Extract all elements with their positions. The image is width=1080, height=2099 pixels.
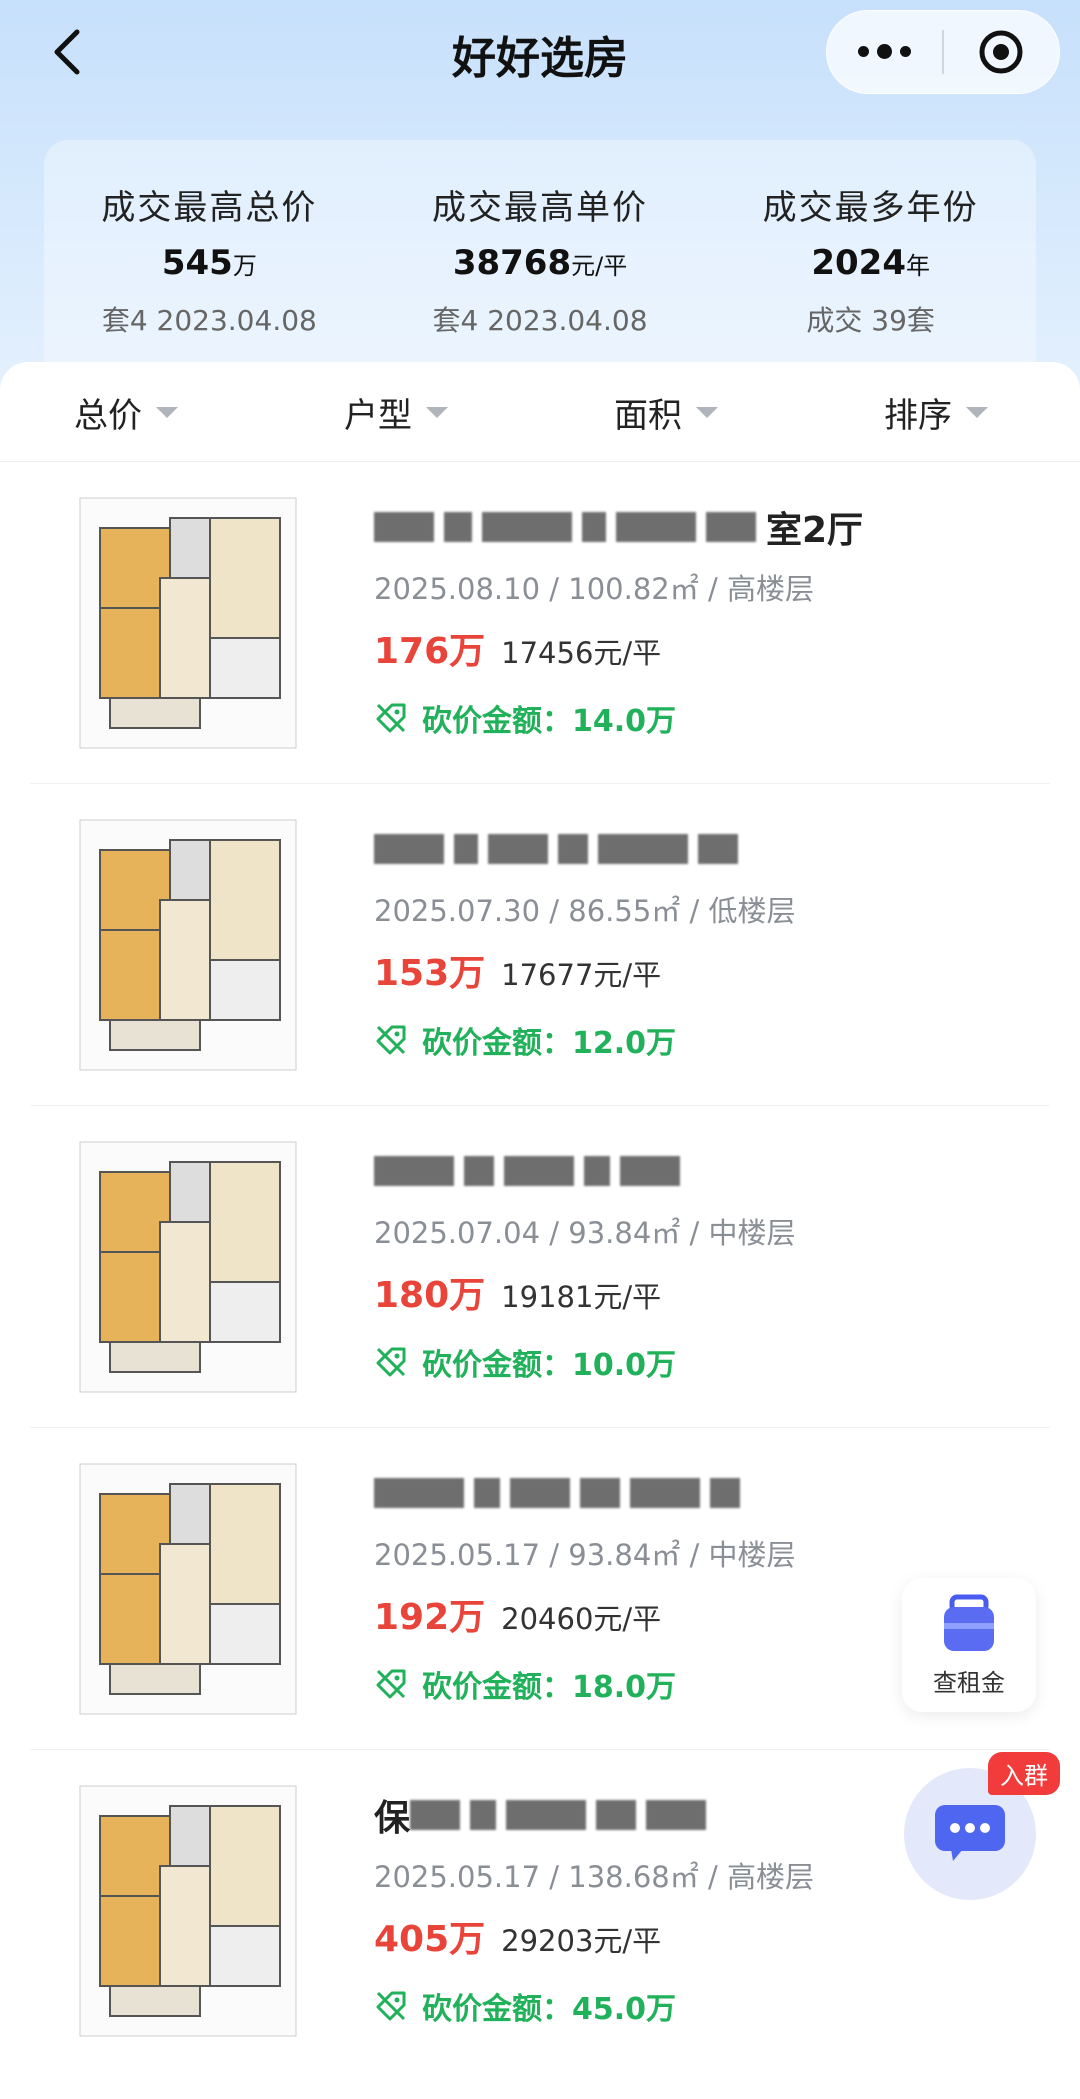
briefcase-icon: [944, 1594, 994, 1651]
listing-unit-price: 20460元/平: [501, 1602, 662, 1636]
tag-icon: [376, 1025, 406, 1055]
nav-bar: 好好选房: [0, 0, 1080, 104]
listing-meta: 2025.07.04 / 93.84㎡ / 中楼层: [374, 1216, 796, 1250]
stat-highest-unit: 成交最高单价 38768元/平 套4 2023.04.08: [432, 188, 648, 337]
listing-meta: 2025.05.17 / 93.84㎡ / 中楼层: [374, 1538, 796, 1572]
stat-most-year: 成交最多年份 2024年 成交 39套: [762, 188, 979, 337]
caret-down-icon: [696, 406, 718, 418]
listing-item[interactable]: 室2厅 2025.08.10 / 100.82㎡ / 高楼层 176万 1745…: [30, 462, 1050, 784]
stats-card: 成交最高总价 545万 套4 2023.04.08 成交最高单价 38768元/…: [44, 140, 1036, 380]
listing-title: 室2厅: [374, 502, 1044, 552]
filter-total-price[interactable]: 总价: [74, 390, 178, 436]
listing-price: 180万: [374, 1275, 486, 1316]
bargain-amount: 砍价金额： 10.0万: [374, 1340, 1044, 1384]
close-mini-program-button[interactable]: [944, 10, 1059, 94]
filter-area[interactable]: 面积: [614, 390, 718, 436]
floor-plan-image: [79, 1785, 297, 2037]
filter-layout[interactable]: 户型: [344, 390, 448, 436]
listing-title: [374, 1146, 1044, 1196]
listing-meta: 2025.08.10 / 100.82㎡ / 高楼层: [374, 572, 814, 606]
listing-price: 153万: [374, 953, 486, 994]
listing-unit-price: 17456元/平: [501, 636, 662, 670]
tag-icon: [376, 1347, 406, 1377]
listing-price: 176万: [374, 631, 486, 672]
stat-highest-total: 成交最高总价 545万 套4 2023.04.08: [101, 188, 318, 337]
join-group-badge: 入群: [988, 1752, 1060, 1795]
bargain-amount: 砍价金额： 14.0万: [374, 696, 1044, 740]
more-button[interactable]: [827, 10, 942, 94]
listing-unit-price: 29203元/平: [501, 1924, 662, 1958]
listing-title: [374, 824, 1044, 874]
listing-item[interactable]: 保 2025.05.17 / 138.68㎡ / 高楼层 405万 29203元…: [30, 1750, 1050, 2072]
caret-down-icon: [966, 406, 988, 418]
filter-sort[interactable]: 排序: [884, 390, 988, 436]
tag-icon: [376, 1669, 406, 1699]
floor-plan-image: [79, 1463, 297, 1715]
listing-item[interactable]: 2025.05.17 / 93.84㎡ / 中楼层 192万 20460元/平 …: [30, 1428, 1050, 1750]
listing-item[interactable]: 2025.07.30 / 86.55㎡ / 低楼层 153万 17677元/平 …: [30, 784, 1050, 1106]
tag-icon: [376, 703, 406, 733]
bargain-amount: 砍价金额： 12.0万: [374, 1018, 1044, 1062]
filter-bar: 总价 户型 面积 排序: [0, 362, 1080, 462]
bargain-amount: 砍价金额： 45.0万: [374, 1984, 1044, 2028]
target-circle-icon: [979, 30, 1023, 74]
caret-down-icon: [156, 406, 178, 418]
floor-plan-image: [79, 497, 297, 749]
listing-price: 405万: [374, 1919, 486, 1960]
listing-meta: 2025.07.30 / 86.55㎡ / 低楼层: [374, 894, 796, 928]
tag-icon: [376, 1991, 406, 2021]
listing-unit-price: 19181元/平: [501, 1280, 662, 1314]
caret-down-icon: [426, 406, 448, 418]
mini-program-capsule: [826, 10, 1060, 94]
check-rent-button[interactable]: 查租金: [902, 1578, 1036, 1712]
more-dots-icon: [858, 43, 911, 59]
floor-plan-image: [79, 1141, 297, 1393]
listing-title: [374, 1468, 1044, 1518]
listing-unit-price: 17677元/平: [501, 958, 662, 992]
floor-plan-image: [79, 819, 297, 1071]
listing-price: 192万: [374, 1597, 486, 1638]
chat-bubble-icon: [935, 1805, 1005, 1861]
listing-item[interactable]: 2025.07.04 / 93.84㎡ / 中楼层 180万 19181元/平 …: [30, 1106, 1050, 1428]
